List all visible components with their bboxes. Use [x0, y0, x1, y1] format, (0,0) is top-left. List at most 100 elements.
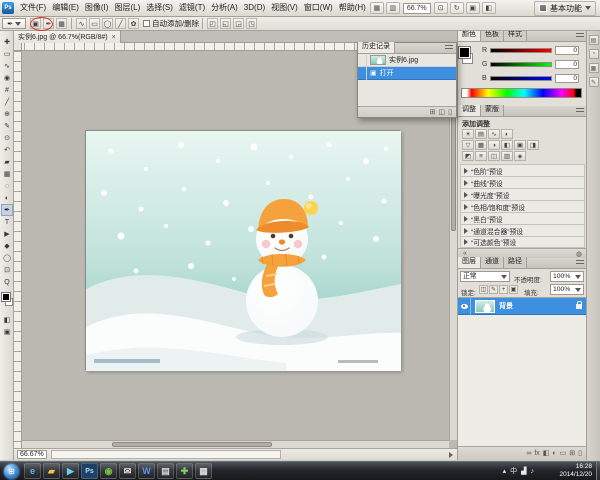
arrange-documents-icon[interactable]: ▣ — [466, 2, 480, 14]
brush-tool[interactable]: ✎ — [1, 120, 13, 132]
visibility-toggle[interactable] — [458, 298, 471, 315]
pen-tool[interactable]: ✒ — [1, 204, 13, 216]
threshold-icon[interactable]: ◫ — [488, 151, 500, 161]
network-icon[interactable]: ▟ — [521, 467, 526, 475]
layer-group-icon[interactable]: ▭ — [560, 450, 567, 457]
auto-add-delete-checkbox[interactable] — [143, 20, 150, 27]
intersect-shape-icon[interactable]: ◲ — [233, 18, 244, 29]
exposure-presets-row[interactable]: “曝光度”预设 — [460, 188, 585, 200]
vibrance-icon[interactable]: ▽ — [462, 140, 474, 150]
background-layer-row[interactable]: 背景 — [458, 298, 587, 315]
foreground-color-swatch[interactable] — [2, 293, 10, 301]
blue-slider[interactable] — [490, 76, 552, 81]
channel-mixer-presets-row[interactable]: “通道混合器”预设 — [460, 224, 585, 236]
status-zoom-field[interactable]: 66.67% — [17, 450, 47, 459]
dodge-tool[interactable]: ◐ — [1, 192, 13, 204]
posterize-icon[interactable]: ≡ — [475, 151, 487, 161]
collapsed-panel-icon-3[interactable]: ▦ — [589, 63, 599, 73]
blend-mode-select[interactable]: 正常 — [460, 271, 510, 282]
paths-mode-icon[interactable]: ✒ — [43, 18, 54, 29]
new-document-from-state-icon[interactable]: ⊞ — [430, 109, 436, 116]
layer-mask-icon[interactable]: ◧ — [543, 450, 550, 457]
eraser-tool[interactable]: ▰ — [1, 156, 13, 168]
color-balance-icon[interactable]: ◑ — [488, 140, 500, 150]
status-arrow-icon[interactable] — [449, 452, 453, 458]
tab-paths[interactable]: 路径 — [504, 257, 527, 268]
tab-styles[interactable]: 样式 — [504, 30, 527, 41]
menu-help[interactable]: 帮助(H) — [336, 0, 369, 16]
panel-menu-icon[interactable] — [576, 108, 584, 114]
fill-pixels-icon[interactable]: ▦ — [56, 18, 67, 29]
lock-pixels-icon[interactable]: ✎ — [489, 285, 498, 294]
foreground-color-swatch[interactable] — [459, 47, 470, 58]
black-white-icon[interactable]: ◧ — [501, 140, 513, 150]
history-source-checkbox[interactable] — [358, 54, 367, 67]
menu-file[interactable]: 文件(F) — [17, 0, 49, 16]
panel-menu-icon[interactable] — [576, 33, 584, 39]
crop-tool[interactable]: # — [1, 84, 13, 96]
taskbar-app-media-player[interactable]: ▶ — [62, 463, 79, 479]
hidden-icons-arrow[interactable]: ▴ — [503, 467, 507, 475]
rotate-view-icon[interactable]: ↻ — [450, 2, 464, 14]
blur-tool[interactable]: ◌ — [1, 180, 13, 192]
show-desktop-button[interactable] — [596, 462, 600, 480]
tab-adjustments[interactable]: 调整 — [458, 105, 481, 116]
custom-shape-icon[interactable]: ✿ — [128, 18, 139, 29]
document-tab[interactable]: 实例6.jpg @ 66.7%(RGB/8#) × — [14, 31, 121, 43]
taskbar-app-mail[interactable]: ✉ — [119, 463, 136, 479]
taskbar-app-settings[interactable]: ▦ — [195, 463, 212, 479]
close-tab-icon[interactable]: × — [112, 32, 116, 43]
clone-stamp-tool[interactable]: ⊙ — [1, 132, 13, 144]
tab-layers[interactable]: 图层 — [458, 257, 481, 268]
exposure-icon[interactable]: ◐ — [501, 129, 513, 139]
invert-icon[interactable]: ◩ — [462, 151, 474, 161]
gradient-map-icon[interactable]: ▥ — [501, 151, 513, 161]
menu-filter[interactable]: 滤镜(T) — [176, 0, 208, 16]
subtract-shape-icon[interactable]: ◱ — [220, 18, 231, 29]
eyedropper-tool[interactable]: ╱ — [1, 96, 13, 108]
history-brush-tool[interactable]: ↶ — [1, 144, 13, 156]
layer-style-icon[interactable]: fx — [534, 450, 539, 457]
rectangle-shape-icon[interactable]: ▭ — [89, 18, 100, 29]
scrollbar-thumb[interactable] — [112, 442, 272, 447]
gradient-tool[interactable]: ▦ — [1, 168, 13, 180]
expand-triangle-icon[interactable] — [464, 168, 468, 174]
panel-menu-icon[interactable] — [445, 45, 453, 51]
clip-to-layer-icon[interactable]: ◍ — [576, 250, 582, 258]
green-slider[interactable] — [490, 62, 552, 67]
menu-view[interactable]: 视图(V) — [268, 0, 301, 16]
menu-analysis[interactable]: 分析(A) — [208, 0, 241, 16]
menu-edit[interactable]: 编辑(E) — [49, 0, 82, 16]
expand-triangle-icon[interactable] — [464, 239, 468, 245]
3d-rotate-tool[interactable]: ◯ — [1, 252, 13, 264]
history-state-row[interactable]: ▣ 打开 — [358, 67, 456, 80]
menu-3d[interactable]: 3D(D) — [241, 0, 268, 16]
lock-transparent-icon[interactable]: ◫ — [479, 285, 488, 294]
adjustment-layer-icon[interactable]: ◐ — [552, 450, 556, 457]
brightness-contrast-icon[interactable]: ☀ — [462, 129, 474, 139]
exclude-shape-icon[interactable]: ◳ — [246, 18, 257, 29]
selective-color-presets-row[interactable]: “可选颜色”预设 — [460, 236, 585, 248]
taskbar-app-explorer[interactable]: ▰ — [43, 463, 60, 479]
shape-layers-icon[interactable]: ▣ — [30, 18, 41, 29]
taskbar-app-word[interactable]: W — [138, 463, 155, 479]
tab-history[interactable]: 历史记录 — [358, 42, 395, 53]
menu-image[interactable]: 图像(I) — [82, 0, 112, 16]
expand-panel-icon[interactable]: « — [463, 250, 467, 257]
hand-tool-icon[interactable]: ⊡ — [434, 2, 448, 14]
screen-mode-icon[interactable]: ◧ — [482, 2, 496, 14]
collapsed-panel-icon-4[interactable]: ✎ — [589, 77, 599, 87]
taskbar-app-browser[interactable]: ◉ — [100, 463, 117, 479]
expand-triangle-icon[interactable] — [464, 228, 468, 234]
scrollbar-thumb[interactable] — [451, 111, 456, 231]
opacity-field[interactable]: 100% — [550, 271, 584, 282]
hue-saturation-presets-row[interactable]: “色相/饱和度”预设 — [460, 200, 585, 212]
tab-color[interactable]: 颜色 — [458, 30, 481, 41]
lock-position-icon[interactable]: + — [499, 285, 508, 294]
add-shape-icon[interactable]: ◰ — [207, 18, 218, 29]
green-value-field[interactable]: 0 — [555, 60, 579, 69]
expand-triangle-icon[interactable] — [464, 180, 468, 186]
tab-masks[interactable]: 蒙版 — [481, 105, 504, 116]
quick-mask-button[interactable]: ◧ — [1, 314, 13, 326]
expand-triangle-icon[interactable] — [464, 216, 468, 222]
